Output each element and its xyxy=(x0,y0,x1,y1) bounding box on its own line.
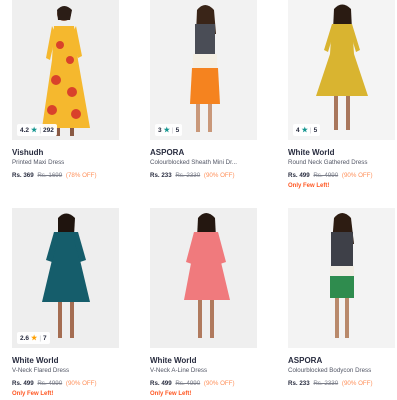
product-price: Rs. 233 Rs. 2330 (90% OFF) xyxy=(288,380,373,387)
product-name: Colourblocked Bodycon Dress xyxy=(288,367,372,374)
product-photo-gathered-dress xyxy=(288,0,395,140)
product-name: Round Neck Gathered Dress xyxy=(288,159,368,166)
price-current: Rs. 233 xyxy=(288,380,310,387)
discount-label: (90% OFF) xyxy=(341,172,373,179)
product-photo-flared-dress xyxy=(12,208,119,348)
product-image[interactable] xyxy=(150,208,257,348)
rating-count: 5 xyxy=(313,126,318,134)
product-photo-maxi-dress xyxy=(12,0,119,140)
product-price: Rs. 233 Rs. 2330 (90% OFF) xyxy=(150,172,235,179)
price-current: Rs. 499 xyxy=(150,380,172,387)
product-price: Rs. 499 Rs. 4990 (90% OFF) xyxy=(150,380,235,387)
price-original: Rs. 2330 xyxy=(313,380,339,387)
product-card[interactable]: White World V-Neck A-Line Dress Rs. 499 … xyxy=(150,208,257,400)
product-brand: White World xyxy=(12,356,59,365)
product-image[interactable]: 2.6 ★ | 7 xyxy=(12,208,119,348)
rating-badge: 2.6 ★ | 7 xyxy=(17,332,50,344)
product-brand: ASPORA xyxy=(288,356,323,365)
product-card[interactable]: 4.2 ★ | 292 Vishudh Printed Maxi Dress R… xyxy=(12,0,119,190)
product-card[interactable]: 3 ★ | 5 ASPORA Colourblocked Sheath Mini… xyxy=(150,0,257,190)
price-current: Rs. 499 xyxy=(288,172,310,179)
product-photo-colourblock-dress xyxy=(150,0,257,140)
product-name: Printed Maxi Dress xyxy=(12,159,65,166)
price-original: Rs. 4990 xyxy=(37,380,63,387)
price-current: Rs. 499 xyxy=(12,380,34,387)
stock-alert: Only Few Left! xyxy=(12,391,54,397)
rating-count: 5 xyxy=(175,126,180,134)
product-card[interactable]: 4 ★ | 5 White World Round Neck Gathered … xyxy=(288,0,395,195)
product-card[interactable]: ASPORA Colourblocked Bodycon Dress Rs. 2… xyxy=(288,208,395,400)
rating-divider: | xyxy=(309,126,312,134)
rating-count: 7 xyxy=(43,334,47,342)
product-image[interactable]: 3 ★ | 5 xyxy=(150,0,257,140)
product-card[interactable]: 2.6 ★ | 7 White World V-Neck Flared Dres… xyxy=(12,208,119,400)
discount-label: (90% OFF) xyxy=(203,380,235,387)
price-current: Rs. 233 xyxy=(150,172,172,179)
rating-score: 2.6 xyxy=(20,334,30,342)
rating-divider: | xyxy=(39,334,42,342)
rating-divider: | xyxy=(39,126,42,134)
product-photo-aline-dress xyxy=(150,208,257,348)
price-original: Rs. 4990 xyxy=(175,380,201,387)
rating-badge: 3 ★ | 5 xyxy=(155,124,183,136)
rating-score: 3 xyxy=(158,126,162,134)
rating-score: 4 xyxy=(296,126,300,134)
price-current: Rs. 369 xyxy=(12,172,34,179)
price-original: Rs. 2330 xyxy=(175,172,201,179)
product-image[interactable]: 4 ★ | 5 xyxy=(288,0,395,140)
product-brand: ASPORA xyxy=(150,148,185,157)
stock-alert: Only Few Left! xyxy=(150,391,192,397)
discount-label: (90% OFF) xyxy=(341,380,373,387)
product-name: V-Neck A-Line Dress xyxy=(150,367,208,374)
star-icon: ★ xyxy=(163,127,170,134)
product-image[interactable] xyxy=(288,208,395,348)
product-grid: 4.2 ★ | 292 Vishudh Printed Maxi Dress R… xyxy=(0,0,397,400)
rating-score: 4.2 xyxy=(20,126,30,134)
product-name: V-Neck Flared Dress xyxy=(12,367,70,374)
price-original: Rs. 4990 xyxy=(313,172,339,179)
product-price: Rs. 499 Rs. 4990 (90% OFF) xyxy=(288,172,373,179)
rating-count: 292 xyxy=(43,126,54,134)
product-photo-bodycon-dress xyxy=(288,208,395,348)
discount-label: (78% OFF) xyxy=(65,172,97,179)
discount-label: (90% OFF) xyxy=(65,380,97,387)
product-image[interactable]: 4.2 ★ | 292 xyxy=(12,0,119,140)
star-icon: ★ xyxy=(301,127,308,134)
product-brand: Vishudh xyxy=(12,148,44,157)
stock-alert: Only Few Left! xyxy=(288,183,330,189)
star-icon: ★ xyxy=(31,335,38,342)
product-brand: White World xyxy=(150,356,197,365)
rating-badge: 4 ★ | 5 xyxy=(293,124,321,136)
rating-divider: | xyxy=(171,126,174,134)
product-price: Rs. 499 Rs. 4990 (90% OFF) xyxy=(12,380,97,387)
price-original: Rs. 1699 xyxy=(37,172,63,179)
discount-label: (90% OFF) xyxy=(203,172,235,179)
product-name: Colourblocked Sheath Mini Dr... xyxy=(150,159,238,166)
product-brand: White World xyxy=(288,148,335,157)
product-price: Rs. 369 Rs. 1699 (78% OFF) xyxy=(12,172,97,179)
rating-badge: 4.2 ★ | 292 xyxy=(17,124,57,136)
star-icon: ★ xyxy=(31,127,38,134)
